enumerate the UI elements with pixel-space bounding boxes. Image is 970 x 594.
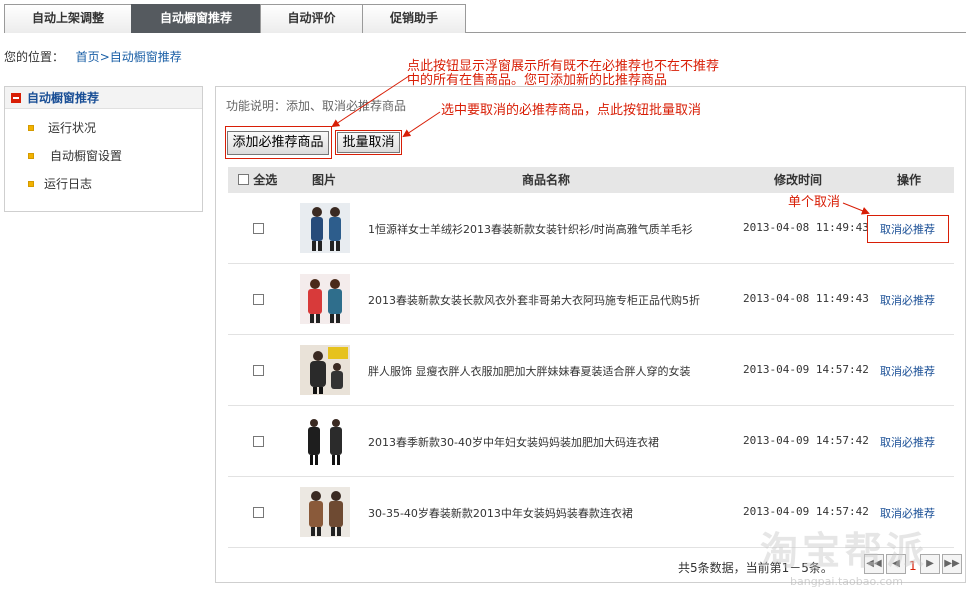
watermark: 淘宝帮派: [760, 529, 929, 573]
arrow-to-single-cancel: [842, 202, 870, 215]
annotation-arrows: [331, 75, 870, 215]
watermark-url: bangpai.taobao.com: [790, 575, 903, 588]
arrow-to-batch-button: [402, 111, 441, 138]
arrow-to-add-button: [331, 75, 410, 128]
